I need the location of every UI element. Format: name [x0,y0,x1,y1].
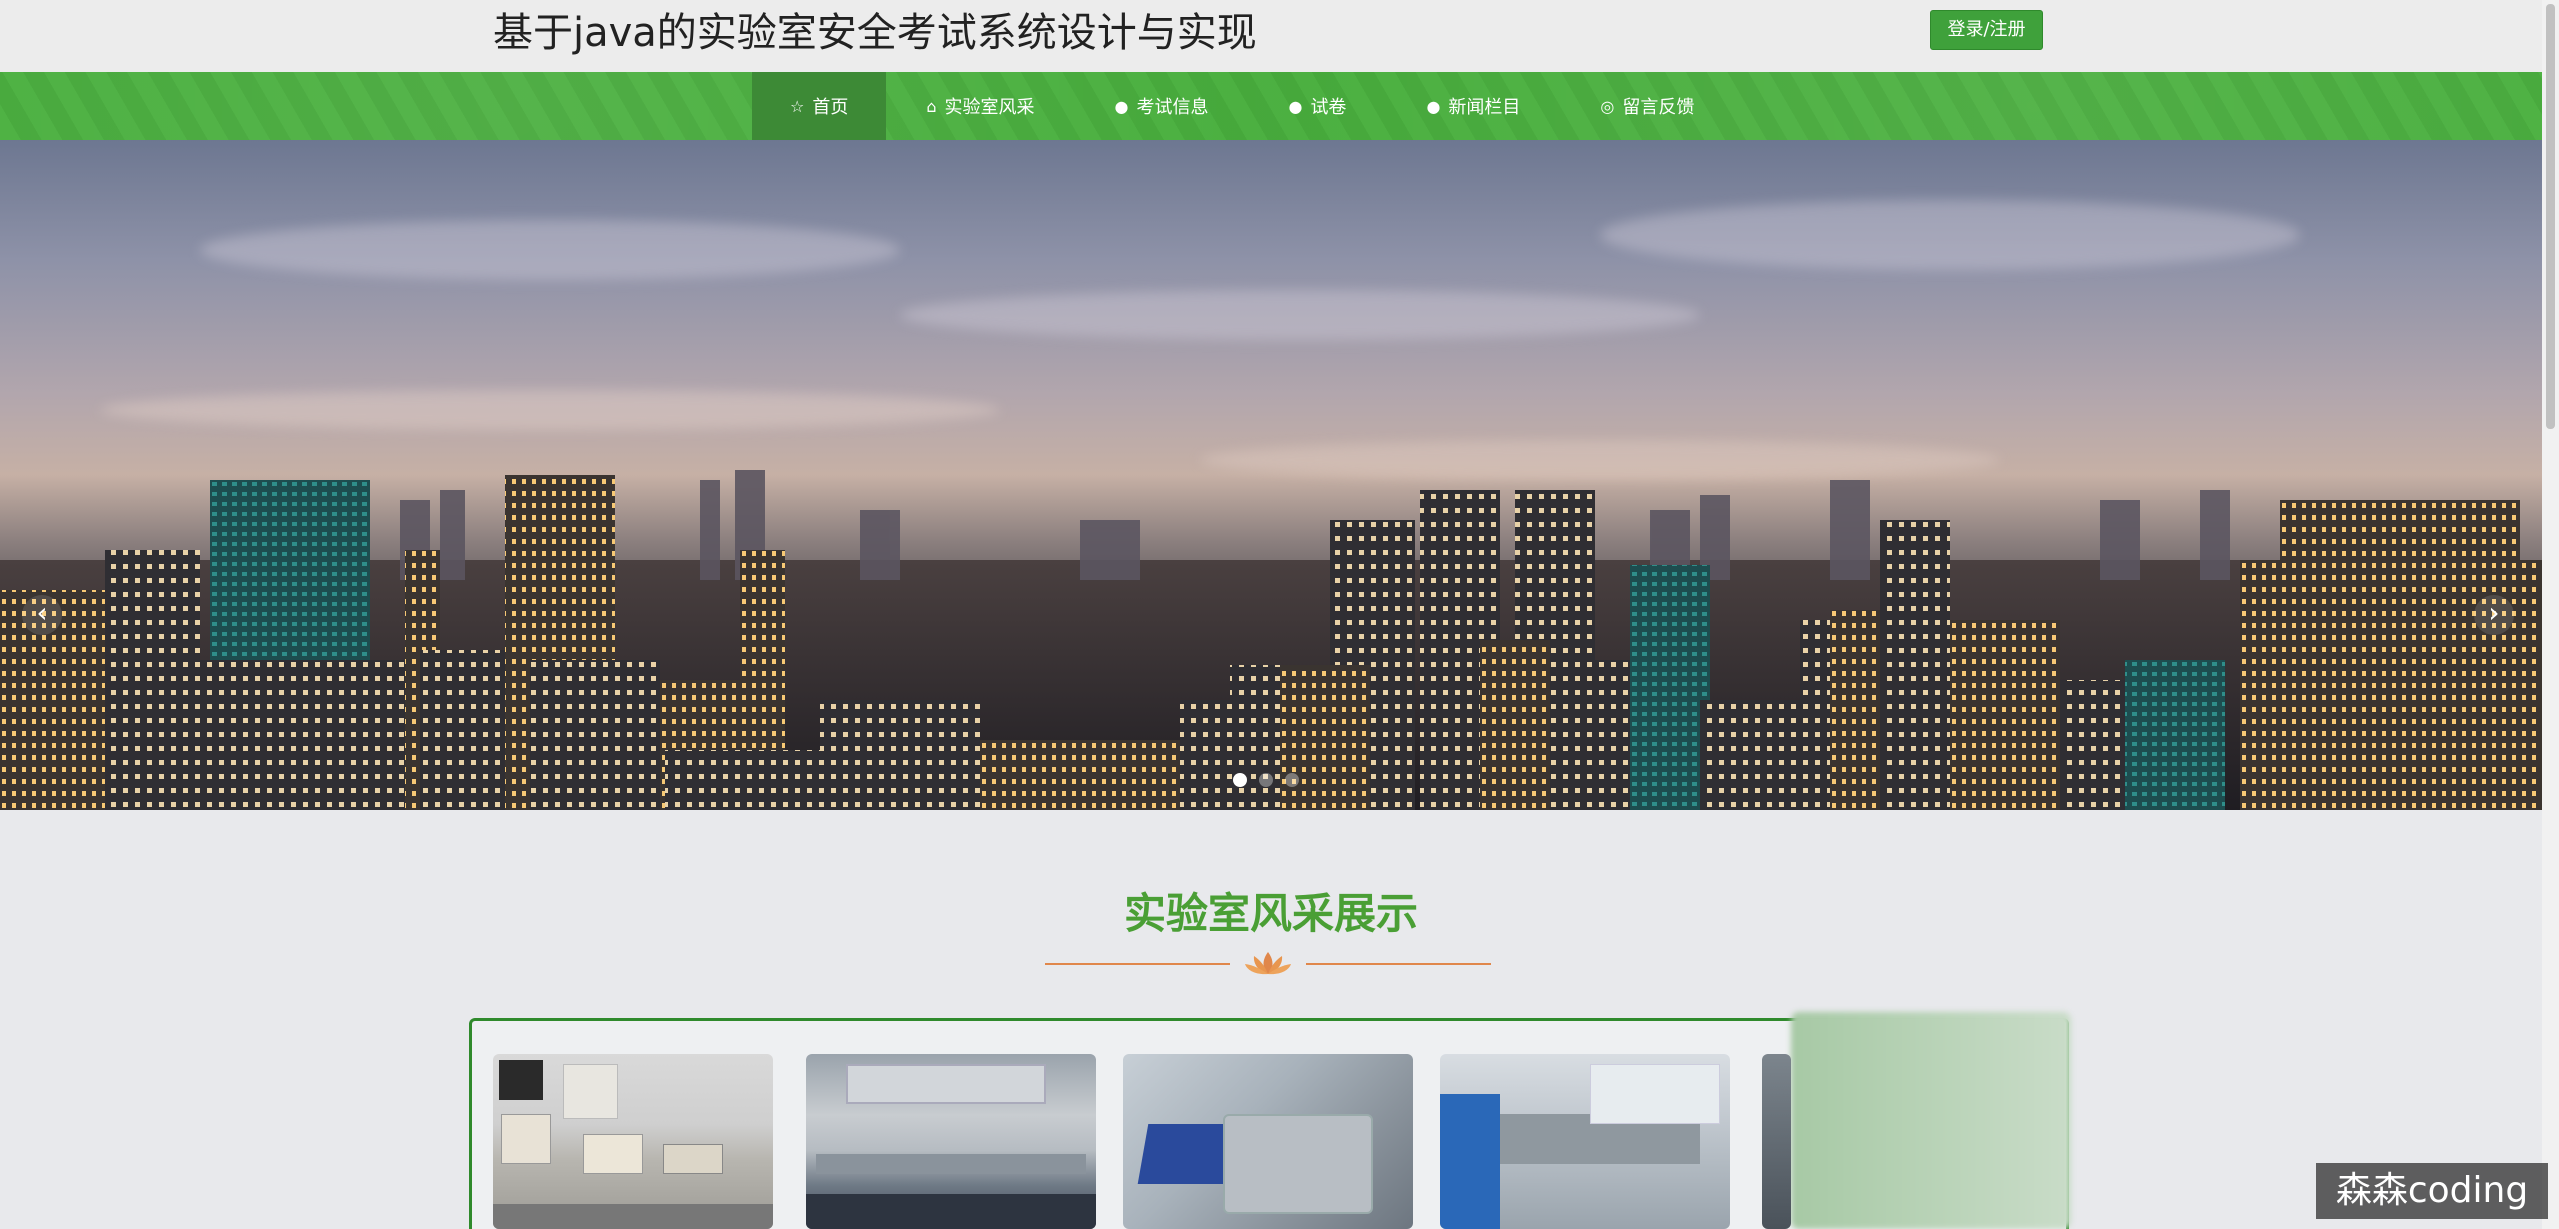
carousel-prev-button[interactable]: ‹ [22,595,62,635]
bench [816,1154,1086,1174]
carousel-indicators [1233,773,1299,787]
monitor [499,1060,543,1100]
nav-item-home[interactable]: ☆ 首页 [752,72,887,140]
section-title: 实验室风采展示 [1123,889,1418,938]
info-icon: ● [1426,96,1441,116]
nav-item-label: 首页 [812,97,849,118]
nav-item-lab-showcase[interactable]: ⌂ 实验室风采 [886,72,1074,140]
login-register-button[interactable]: 登录/注册 [1930,10,2043,50]
nav-item-label: 考试信息 [1136,97,1209,118]
gallery-item-3[interactable] [1123,1054,1413,1229]
nav-item-news[interactable]: ● 新闻栏目 [1386,72,1560,140]
question-icon: ● [1288,96,1303,116]
carousel-dot-2[interactable] [1259,773,1273,787]
star-icon: ☆ [790,96,805,116]
city-skyline [0,470,2542,810]
divider-line-right [1306,963,1491,965]
instrument [583,1134,643,1174]
info-icon: ● [1114,96,1129,116]
nav-item-label: 新闻栏目 [1448,97,1521,118]
window [1590,1064,1720,1124]
bench [493,1204,773,1229]
bag-icon: ⌂ [926,96,937,116]
carousel-dot-3[interactable] [1285,773,1299,787]
title-divider [1045,950,1491,976]
gallery-item-4[interactable] [1440,1054,1730,1229]
nav-item-feedback[interactable]: ◎ 留言反馈 [1560,72,1734,140]
divider-line-left [1045,963,1230,965]
gallery-item-1[interactable] [493,1054,773,1229]
nav-item-label: 留言反馈 [1622,97,1695,118]
lotus-icon [1245,952,1291,975]
fume-hood [846,1064,1046,1104]
instrument [501,1114,551,1164]
site-title: 基于java的实验室安全考试系统设计与实现 [493,10,1257,56]
gallery-item-5[interactable] [1762,1054,1791,1229]
equipment [1223,1114,1373,1214]
scrollbar-thumb[interactable] [2546,4,2555,429]
carousel-next-button[interactable]: › [2474,595,2514,635]
cabinet [1440,1094,1500,1229]
carousel-dot-1[interactable] [1233,773,1247,787]
bench [806,1194,1096,1229]
hero-carousel[interactable]: ‹ › [0,140,2542,810]
nav-item-label: 试卷 [1310,97,1347,118]
nav-item-papers[interactable]: ● 试卷 [1248,72,1386,140]
watermark: 森森coding [2316,1163,2548,1219]
nav-item-label: 实验室风采 [944,97,1035,118]
top-header: 基于java的实验室安全考试系统设计与实现 登录/注册 [0,0,2542,72]
instrument [663,1144,723,1174]
gallery-item-2[interactable] [806,1054,1096,1229]
globe-icon: ◎ [1600,96,1615,116]
poster [563,1064,618,1119]
main-nav: ☆ 首页 ⌂ 实验室风采 ● 考试信息 ● 试卷 ● 新闻栏目 ◎ 留言反馈 [0,72,2542,140]
gallery-overlay [1791,1012,2071,1229]
nav-item-exam-info[interactable]: ● 考试信息 [1075,72,1249,140]
